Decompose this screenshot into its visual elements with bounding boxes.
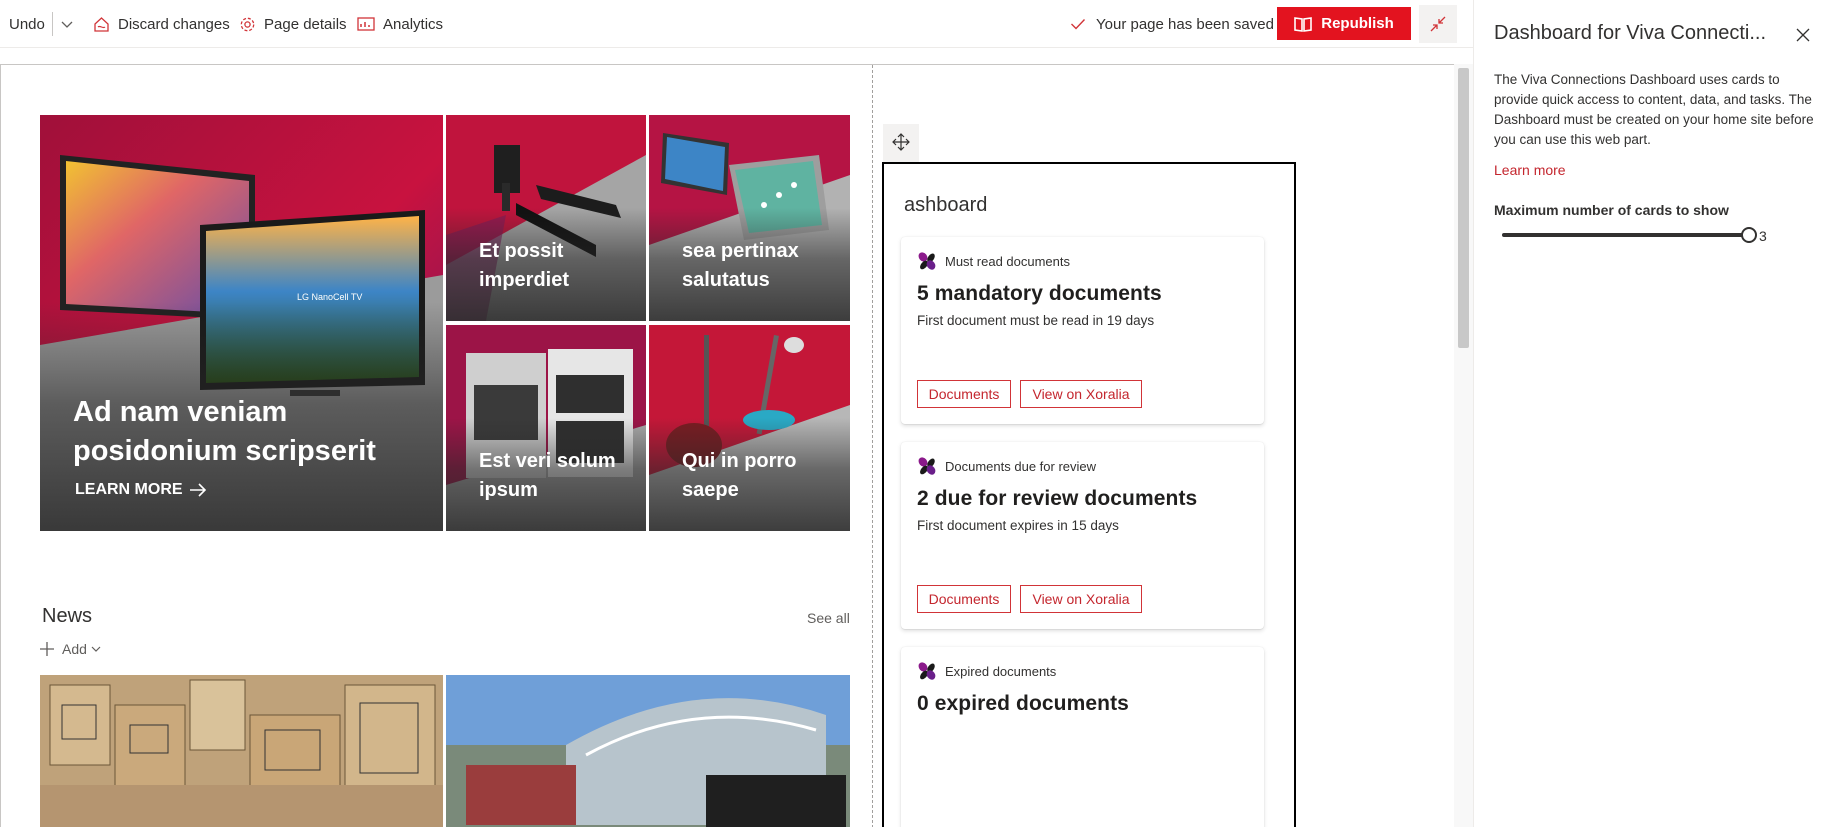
news-item-image[interactable] bbox=[446, 675, 850, 827]
gear-icon bbox=[240, 17, 255, 31]
dashboard-card[interactable]: Documents due for review 2 due for revie… bbox=[901, 442, 1264, 629]
learn-more-link[interactable]: LEARN MORE bbox=[75, 481, 207, 499]
analytics-label: Analytics bbox=[383, 15, 444, 33]
move-webpart-button[interactable] bbox=[891, 132, 911, 152]
hero-main-tile[interactable]: LG NanoCell TV Ad nam veniam posidonium … bbox=[40, 115, 443, 531]
card-header-text: Must read documents bbox=[945, 253, 1071, 269]
undo-button[interactable]: Undo bbox=[9, 0, 45, 48]
chevron-down-icon bbox=[61, 21, 73, 28]
page-canvas: LG NanoCell TV Ad nam veniam posidonium … bbox=[0, 64, 1454, 827]
republish-label: Republish bbox=[1321, 15, 1394, 32]
max-cards-slider[interactable] bbox=[1502, 226, 1757, 244]
checkmark-icon bbox=[1071, 19, 1086, 30]
discard-changes-button[interactable]: Discard changes bbox=[93, 0, 230, 48]
card-headline: 2 due for review documents bbox=[917, 487, 1198, 510]
card-subtext: First document must be read in 19 days bbox=[917, 313, 1155, 328]
card-header: Expired documents bbox=[917, 661, 1056, 681]
hero-tile-title: Et possit imperdiet bbox=[479, 240, 570, 291]
xoralia-logo-icon bbox=[918, 457, 936, 475]
card-header-text: Documents due for review bbox=[945, 458, 1097, 474]
dashboard-title: ashboard bbox=[904, 194, 988, 216]
close-icon bbox=[1796, 28, 1810, 42]
close-pane-button[interactable] bbox=[1790, 22, 1816, 48]
arrow-right-icon bbox=[189, 483, 206, 497]
hero-tile-title: Est veri solum ipsum bbox=[479, 450, 616, 501]
discard-icon bbox=[94, 16, 109, 32]
max-cards-value: 3 bbox=[1759, 228, 1767, 244]
hero-webpart: LG NanoCell TV Ad nam veniam posidonium … bbox=[40, 115, 850, 531]
hero-tile-title: sea pertinax salutatus bbox=[682, 240, 799, 291]
analytics-icon bbox=[357, 17, 375, 31]
news-heading: News bbox=[42, 605, 93, 627]
section-divider bbox=[872, 65, 873, 827]
scrollbar-thumb[interactable] bbox=[1458, 68, 1469, 348]
view-on-xoralia-button[interactable]: View on Xoralia bbox=[1020, 585, 1142, 613]
learn-more-link[interactable]: Learn more bbox=[1494, 162, 1566, 178]
property-pane-title: Dashboard for Viva Connecti... bbox=[1494, 22, 1767, 44]
card-header: Must read documents bbox=[917, 251, 1070, 271]
hero-tile[interactable]: Et possit imperdiet bbox=[446, 115, 646, 321]
property-pane-description: The Viva Connections Dashboard uses card… bbox=[1494, 72, 1814, 147]
documents-button[interactable]: Documents bbox=[917, 380, 1011, 408]
slider-track bbox=[1502, 233, 1749, 237]
undo-dropdown-button[interactable] bbox=[60, 0, 82, 48]
republish-button[interactable]: Republish bbox=[1277, 7, 1411, 40]
add-news-button[interactable]: Add bbox=[39, 641, 102, 657]
divider bbox=[52, 12, 53, 36]
slider-thumb[interactable] bbox=[1741, 227, 1757, 243]
card-headline: 5 mandatory documents bbox=[917, 282, 1162, 305]
chevron-down-icon bbox=[91, 646, 101, 652]
move-icon bbox=[892, 133, 910, 151]
analytics-button[interactable]: Analytics bbox=[357, 0, 443, 48]
command-bar: Undo Discard changes Page details Analyt… bbox=[0, 0, 1473, 48]
card-header: Documents due for review bbox=[917, 456, 1096, 476]
hero-tile[interactable]: Est veri solum ipsum bbox=[446, 325, 646, 531]
documents-button[interactable]: Documents bbox=[917, 585, 1011, 613]
property-pane: Dashboard for Viva Connecti... The Viva … bbox=[1473, 0, 1827, 827]
page-details-label: Page details bbox=[264, 15, 347, 33]
collapse-icon bbox=[1430, 16, 1446, 32]
card-subtext: First document expires in 15 days bbox=[917, 518, 1119, 533]
learn-more-label: LEARN MORE bbox=[75, 481, 183, 498]
card-header-text: Expired documents bbox=[945, 663, 1057, 679]
dashboard-card[interactable]: Must read documents 5 mandatory document… bbox=[901, 237, 1264, 424]
page-details-button[interactable]: Page details bbox=[239, 0, 347, 48]
news-image-boxes bbox=[40, 675, 443, 827]
xoralia-logo-icon bbox=[918, 252, 936, 270]
collapse-pane-button[interactable] bbox=[1419, 5, 1457, 43]
discard-changes-label: Discard changes bbox=[118, 15, 230, 33]
hero-tile[interactable]: sea pertinax salutatus bbox=[649, 115, 850, 321]
xoralia-logo-icon bbox=[918, 662, 936, 680]
news-item-image[interactable] bbox=[40, 675, 443, 827]
add-label: Add bbox=[62, 641, 87, 657]
save-status: Your page has been saved bbox=[1070, 0, 1274, 48]
hero-tile[interactable]: Qui in porro saepe bbox=[649, 325, 850, 531]
news-image-building bbox=[446, 675, 850, 827]
dashboard-webpart[interactable]: ashboard Must read documents 5 mandatory… bbox=[882, 162, 1296, 827]
view-on-xoralia-button[interactable]: View on Xoralia bbox=[1020, 380, 1142, 408]
undo-label: Undo bbox=[9, 15, 45, 33]
book-icon bbox=[1294, 16, 1313, 32]
hero-main-title: Ad nam veniam posidonium scripserit bbox=[73, 396, 376, 467]
card-headline: 0 expired documents bbox=[917, 692, 1129, 715]
max-cards-label: Maximum number of cards to show bbox=[1494, 202, 1729, 218]
plus-icon bbox=[40, 642, 54, 656]
canvas-scrollbar[interactable] bbox=[1454, 64, 1473, 827]
tv-brand-text: LG NanoCell TV bbox=[297, 292, 362, 302]
see-all-link[interactable]: See all bbox=[807, 610, 850, 626]
save-status-text: Your page has been saved bbox=[1096, 15, 1274, 33]
dashboard-card[interactable]: Expired documents 0 expired documents bbox=[901, 647, 1264, 827]
hero-tile-title: Qui in porro saepe bbox=[682, 450, 797, 501]
